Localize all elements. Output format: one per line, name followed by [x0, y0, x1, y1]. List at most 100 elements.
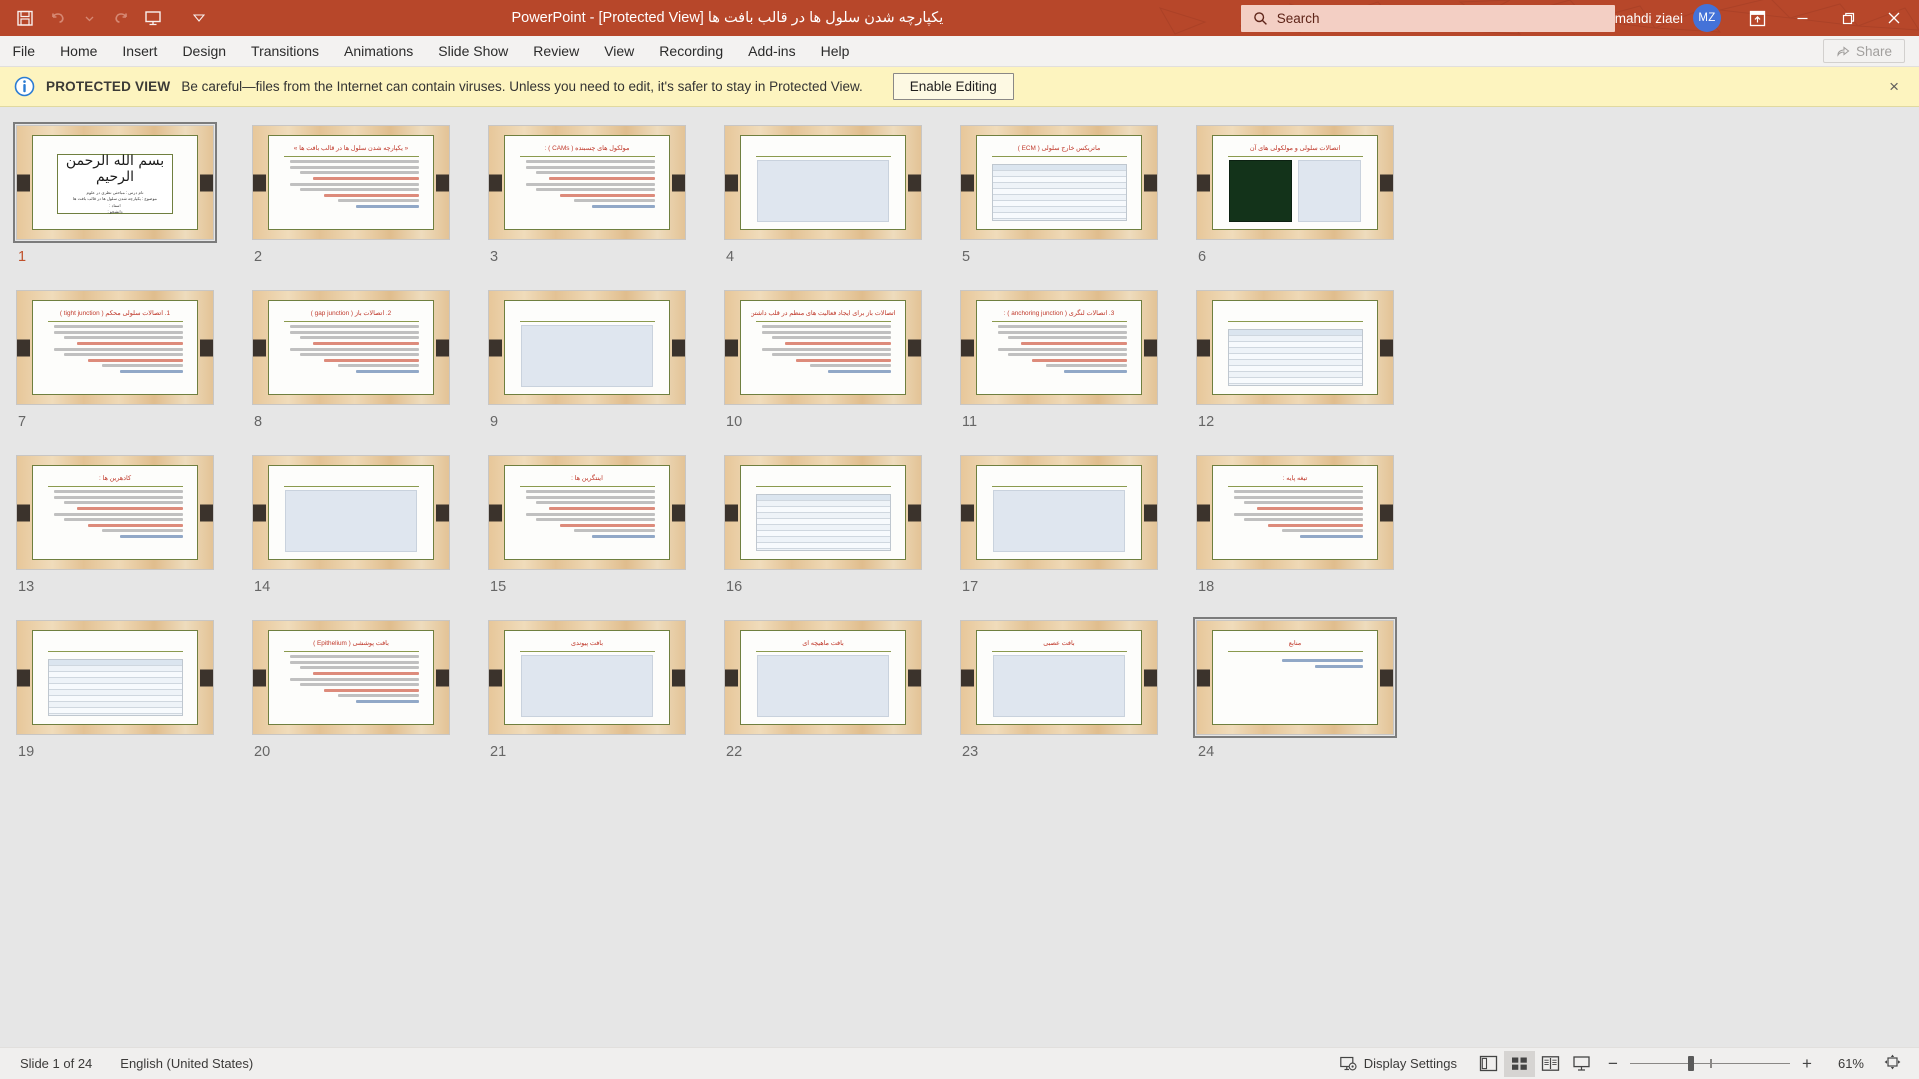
slide-cell-4[interactable]: 4	[722, 119, 958, 284]
slide-cell-16[interactable]: 16	[722, 449, 958, 614]
slide-thumbnail-8[interactable]: 2. اتصالات باز ( gap junction )	[250, 288, 452, 407]
slide-thumbnail-18[interactable]: تیغه پایه :	[1194, 453, 1396, 572]
close-button[interactable]	[1871, 0, 1917, 36]
undo-dropdown-icon[interactable]	[74, 5, 104, 31]
slide-thumbnail-24[interactable]: منابع	[1193, 617, 1397, 738]
slide-cell-22[interactable]: بافت ماهیچه ای 22	[722, 614, 958, 779]
tab-slide-show[interactable]: Slide Show	[426, 36, 521, 66]
slide-thumbnail-19[interactable]	[14, 618, 216, 737]
restore-button[interactable]	[1825, 0, 1871, 36]
slide-cell-10[interactable]: اتصالات باز برای ایجاد فعالیت های منظم د…	[722, 284, 958, 449]
slide-title: مولکول های چسبنده ( CAMs ) :	[544, 145, 630, 153]
zoom-out-button[interactable]: −	[1605, 1054, 1621, 1074]
slide-cell-18[interactable]: تیغه پایه : 18	[1194, 449, 1430, 614]
slide-cell-2[interactable]: « یکپارچه شدن سلول ها در قالب بافت ها » …	[250, 119, 486, 284]
slide-cell-8[interactable]: 2. اتصالات باز ( gap junction ) 8	[250, 284, 486, 449]
slide-thumbnail-21[interactable]: بافت پیوندی	[486, 618, 688, 737]
fit-to-window-button[interactable]	[1872, 1054, 1913, 1073]
slide-canvas	[253, 456, 449, 569]
tab-design[interactable]: Design	[170, 36, 239, 66]
normal-view-button[interactable]	[1473, 1051, 1504, 1077]
slide-indicator[interactable]: Slide 1 of 24	[6, 1056, 106, 1071]
enable-editing-button[interactable]: Enable Editing	[892, 73, 1014, 100]
slide-sorter-pane[interactable]: بسم الله الرحمن الرحیم نام درس : مباحثی …	[0, 107, 1919, 1047]
slide-thumbnail-23[interactable]: بافت عصبی	[958, 618, 1160, 737]
tab-file[interactable]: File	[0, 36, 48, 66]
language-indicator[interactable]: English (United States)	[106, 1056, 267, 1071]
slide-thumbnail-16[interactable]	[722, 453, 924, 572]
account-name[interactable]: mahdi ziaei	[1615, 11, 1683, 26]
slide-cell-19[interactable]: 19	[14, 614, 250, 779]
slide-cell-13[interactable]: کادهرین ها : 13	[14, 449, 250, 614]
tab-insert[interactable]: Insert	[110, 36, 170, 66]
slide-cell-21[interactable]: بافت پیوندی 21	[486, 614, 722, 779]
tab-review[interactable]: Review	[521, 36, 592, 66]
display-settings-button[interactable]: Display Settings	[1324, 1056, 1473, 1072]
zoom-level[interactable]: 61%	[1824, 1056, 1864, 1071]
slide-cell-14[interactable]: 14	[250, 449, 486, 614]
tab-home[interactable]: Home	[48, 36, 110, 66]
slide-cell-9[interactable]: 9	[486, 284, 722, 449]
slide-thumbnail-4[interactable]	[722, 123, 924, 242]
slide-thumbnail-15[interactable]: اینتگرین ها :	[486, 453, 688, 572]
search-input[interactable]: Search	[1277, 11, 1320, 26]
slide-thumbnail-6[interactable]: اتصالات سلولی و مولکولی های آن	[1194, 123, 1396, 242]
slide-cell-24[interactable]: منابع 24	[1193, 614, 1430, 779]
slide-thumbnail-13[interactable]: کادهرین ها :	[14, 453, 216, 572]
tab-recording[interactable]: Recording	[647, 36, 736, 66]
decoration-clip-left	[17, 174, 30, 191]
slide-cell-3[interactable]: مولکول های چسبنده ( CAMs ) : 3	[486, 119, 722, 284]
slide-thumbnail-5[interactable]: ماتریکس خارج سلولی ( ECM )	[958, 123, 1160, 242]
slide-cell-6[interactable]: اتصالات سلولی و مولکولی های آن 6	[1194, 119, 1430, 284]
slide-thumbnail-17[interactable]	[958, 453, 1160, 572]
slide-cell-11[interactable]: 3. اتصالات لنگری ( anchoring junction ) …	[958, 284, 1194, 449]
slide-thumbnail-3[interactable]: مولکول های چسبنده ( CAMs ) :	[486, 123, 688, 242]
zoom-slider-handle[interactable]	[1687, 1056, 1694, 1071]
zoom-slider[interactable]	[1630, 1056, 1790, 1071]
start-slideshow-icon[interactable]	[138, 5, 168, 31]
avatar[interactable]: MZ	[1693, 4, 1721, 32]
slide-thumbnail-9[interactable]	[486, 288, 688, 407]
tab-help[interactable]: Help	[808, 36, 862, 66]
slide-cell-15[interactable]: اینتگرین ها : 15	[486, 449, 722, 614]
undo-icon[interactable]	[42, 5, 72, 31]
slide-content-area: بسم الله الرحمن الرحیم نام درس : مباحثی …	[31, 135, 199, 230]
slide-sorter-view-button[interactable]	[1504, 1050, 1535, 1077]
save-icon[interactable]	[10, 5, 40, 31]
tab-transitions[interactable]: Transitions	[239, 36, 332, 66]
customize-qat-icon[interactable]	[184, 5, 214, 31]
ribbon-display-options-icon[interactable]	[1735, 0, 1779, 36]
slide-show-button[interactable]	[1566, 1051, 1597, 1077]
tab-view[interactable]: View	[592, 36, 647, 66]
reading-view-button[interactable]	[1535, 1051, 1566, 1077]
share-button[interactable]: Share	[1822, 39, 1905, 63]
slide-body-line	[1021, 341, 1127, 345]
slide-thumbnail-2[interactable]: « یکپارچه شدن سلول ها در قالب بافت ها »	[250, 123, 452, 242]
slide-cell-20[interactable]: بافت پوششی ( Epithelium ) 20	[250, 614, 486, 779]
slide-thumbnail-7[interactable]: 1. اتصالات سلولی محکم ( tight junction )	[14, 288, 216, 407]
slide-cell-23[interactable]: بافت عصبی 23	[958, 614, 1194, 779]
zoom-in-button[interactable]: +	[1799, 1054, 1815, 1074]
tab-add-ins[interactable]: Add-ins	[736, 36, 808, 66]
slide-thumbnail-12[interactable]	[1194, 288, 1396, 407]
redo-icon[interactable]	[106, 5, 136, 31]
tab-animations[interactable]: Animations	[331, 36, 425, 66]
search-box[interactable]: Search	[1240, 4, 1615, 32]
slide-thumbnail-1[interactable]: بسم الله الرحمن الرحیم نام درس : مباحثی …	[13, 122, 217, 243]
zoom-controls[interactable]: − + 61%	[1597, 1054, 1872, 1074]
slide-body-line	[54, 325, 183, 329]
quick-access-toolbar[interactable]	[0, 5, 214, 31]
slide-thumbnail-11[interactable]: 3. اتصالات لنگری ( anchoring junction ) …	[958, 288, 1160, 407]
slide-cell-7[interactable]: 1. اتصالات سلولی محکم ( tight junction )…	[14, 284, 250, 449]
minimize-button[interactable]	[1779, 0, 1825, 36]
slide-body-line	[313, 671, 419, 675]
slide-cell-1[interactable]: بسم الله الرحمن الرحیم نام درس : مباحثی …	[13, 119, 250, 284]
slide-thumbnail-14[interactable]	[250, 453, 452, 572]
slide-cell-17[interactable]: 17	[958, 449, 1194, 614]
slide-thumbnail-20[interactable]: بافت پوششی ( Epithelium )	[250, 618, 452, 737]
slide-thumbnail-10[interactable]: اتصالات باز برای ایجاد فعالیت های منظم د…	[722, 288, 924, 407]
close-icon[interactable]: ×	[1883, 77, 1905, 97]
slide-cell-12[interactable]: 12	[1194, 284, 1430, 449]
slide-thumbnail-22[interactable]: بافت ماهیچه ای	[722, 618, 924, 737]
slide-cell-5[interactable]: ماتریکس خارج سلولی ( ECM ) 5	[958, 119, 1194, 284]
